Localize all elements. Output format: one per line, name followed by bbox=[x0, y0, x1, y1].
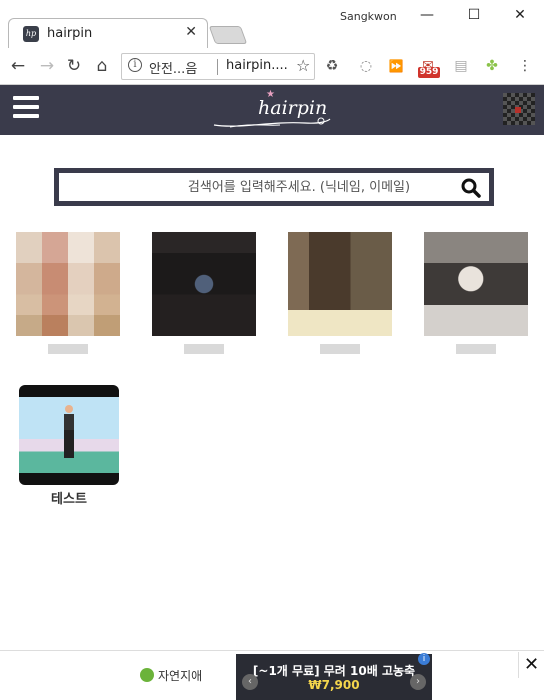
ad-price: ₩7,900 bbox=[308, 678, 360, 692]
ad-brand-text: 자연지애 bbox=[158, 669, 203, 683]
home-icon[interactable]: ⌂ bbox=[92, 56, 112, 76]
video-thumbnail[interactable] bbox=[19, 385, 119, 485]
search-input[interactable] bbox=[59, 173, 459, 201]
ad-info-icon[interactable]: i bbox=[418, 653, 430, 665]
user-thumbnail[interactable] bbox=[288, 232, 392, 336]
user-card[interactable] bbox=[152, 232, 256, 354]
notes-icon[interactable]: ▤ bbox=[451, 56, 471, 76]
title-bar: hp hairpin ✕ Sangkwon — ☐ ✕ bbox=[0, 0, 544, 48]
site-header: ★ hairpin bbox=[0, 85, 544, 135]
menu-dots-icon[interactable]: ⋮ bbox=[515, 56, 535, 76]
minimize-icon[interactable]: — bbox=[412, 4, 442, 26]
video-scene bbox=[19, 397, 119, 473]
leaf-logo-icon bbox=[140, 668, 154, 682]
address-bar[interactable]: i 안전...음 hairpin.... ☆ bbox=[121, 53, 315, 80]
user-card[interactable] bbox=[16, 232, 120, 354]
ad-headline: [~1개 무료] 무려 10배 고농축 bbox=[252, 664, 416, 678]
forward-icon[interactable]: → bbox=[37, 56, 57, 76]
search-icon[interactable] bbox=[461, 178, 481, 198]
user-name-redacted bbox=[320, 344, 360, 354]
divider bbox=[217, 59, 218, 75]
profile-name[interactable]: Sangkwon bbox=[340, 10, 397, 23]
video-title[interactable]: 테스트 bbox=[19, 488, 119, 507]
media-extension-icon[interactable]: ⏩ bbox=[386, 56, 406, 76]
user-card[interactable] bbox=[424, 232, 528, 354]
ad-banner[interactable]: 자연지애 [~1개 무료] 무려 10배 고농축 ₩7,900 ‹ › bbox=[0, 650, 544, 700]
ad-prev-icon[interactable]: ‹ bbox=[242, 674, 258, 690]
user-card[interactable] bbox=[288, 232, 392, 354]
reload-icon[interactable]: ↻ bbox=[64, 56, 84, 76]
window-close-icon[interactable]: ✕ bbox=[505, 4, 535, 26]
user-thumbnail[interactable] bbox=[424, 232, 528, 336]
browser-toolbar: ← → ↻ ⌂ i 안전...음 hairpin.... ☆ ♻ ◌ ⏩ ✉ 9… bbox=[0, 48, 544, 85]
tab-close-icon[interactable]: ✕ bbox=[185, 24, 197, 40]
logo-text: hairpin bbox=[258, 97, 328, 119]
mail-badge: 959 bbox=[418, 67, 440, 78]
security-label[interactable]: 안전...음 bbox=[149, 58, 197, 77]
user-name-redacted bbox=[184, 344, 224, 354]
new-tab-button[interactable] bbox=[208, 26, 248, 44]
android-icon[interactable]: ✤ bbox=[482, 56, 502, 76]
search-box bbox=[54, 168, 494, 206]
ad-brand[interactable]: 자연지애 bbox=[140, 667, 202, 684]
browser-tab[interactable]: hp hairpin ✕ bbox=[8, 18, 208, 48]
favicon-icon: hp bbox=[23, 26, 39, 42]
ad-close-icon[interactable]: ✕ bbox=[518, 652, 544, 678]
bookmark-star-icon[interactable]: ☆ bbox=[296, 56, 310, 75]
recycle-icon[interactable]: ♻ bbox=[322, 56, 342, 76]
user-name-redacted bbox=[456, 344, 496, 354]
hamburger-menu-icon[interactable] bbox=[13, 96, 39, 120]
ad-product-box[interactable]: [~1개 무료] 무려 10배 고농축 ₩7,900 ‹ › bbox=[236, 654, 432, 700]
info-icon[interactable]: i bbox=[128, 58, 142, 72]
url-text[interactable]: hairpin.... bbox=[226, 58, 288, 73]
user-thumbnail[interactable] bbox=[152, 232, 256, 336]
maximize-icon[interactable]: ☐ bbox=[459, 4, 489, 26]
site-logo[interactable]: ★ hairpin bbox=[210, 89, 334, 131]
user-name-redacted bbox=[48, 344, 88, 354]
user-thumbnail[interactable] bbox=[16, 232, 120, 336]
ad-next-icon[interactable]: › bbox=[410, 674, 426, 690]
back-icon[interactable]: ← bbox=[8, 56, 28, 76]
tab-title: hairpin bbox=[47, 26, 93, 41]
extension-circle-icon[interactable]: ◌ bbox=[356, 56, 376, 76]
user-avatar[interactable] bbox=[503, 93, 535, 125]
exercise-figure bbox=[64, 405, 74, 461]
